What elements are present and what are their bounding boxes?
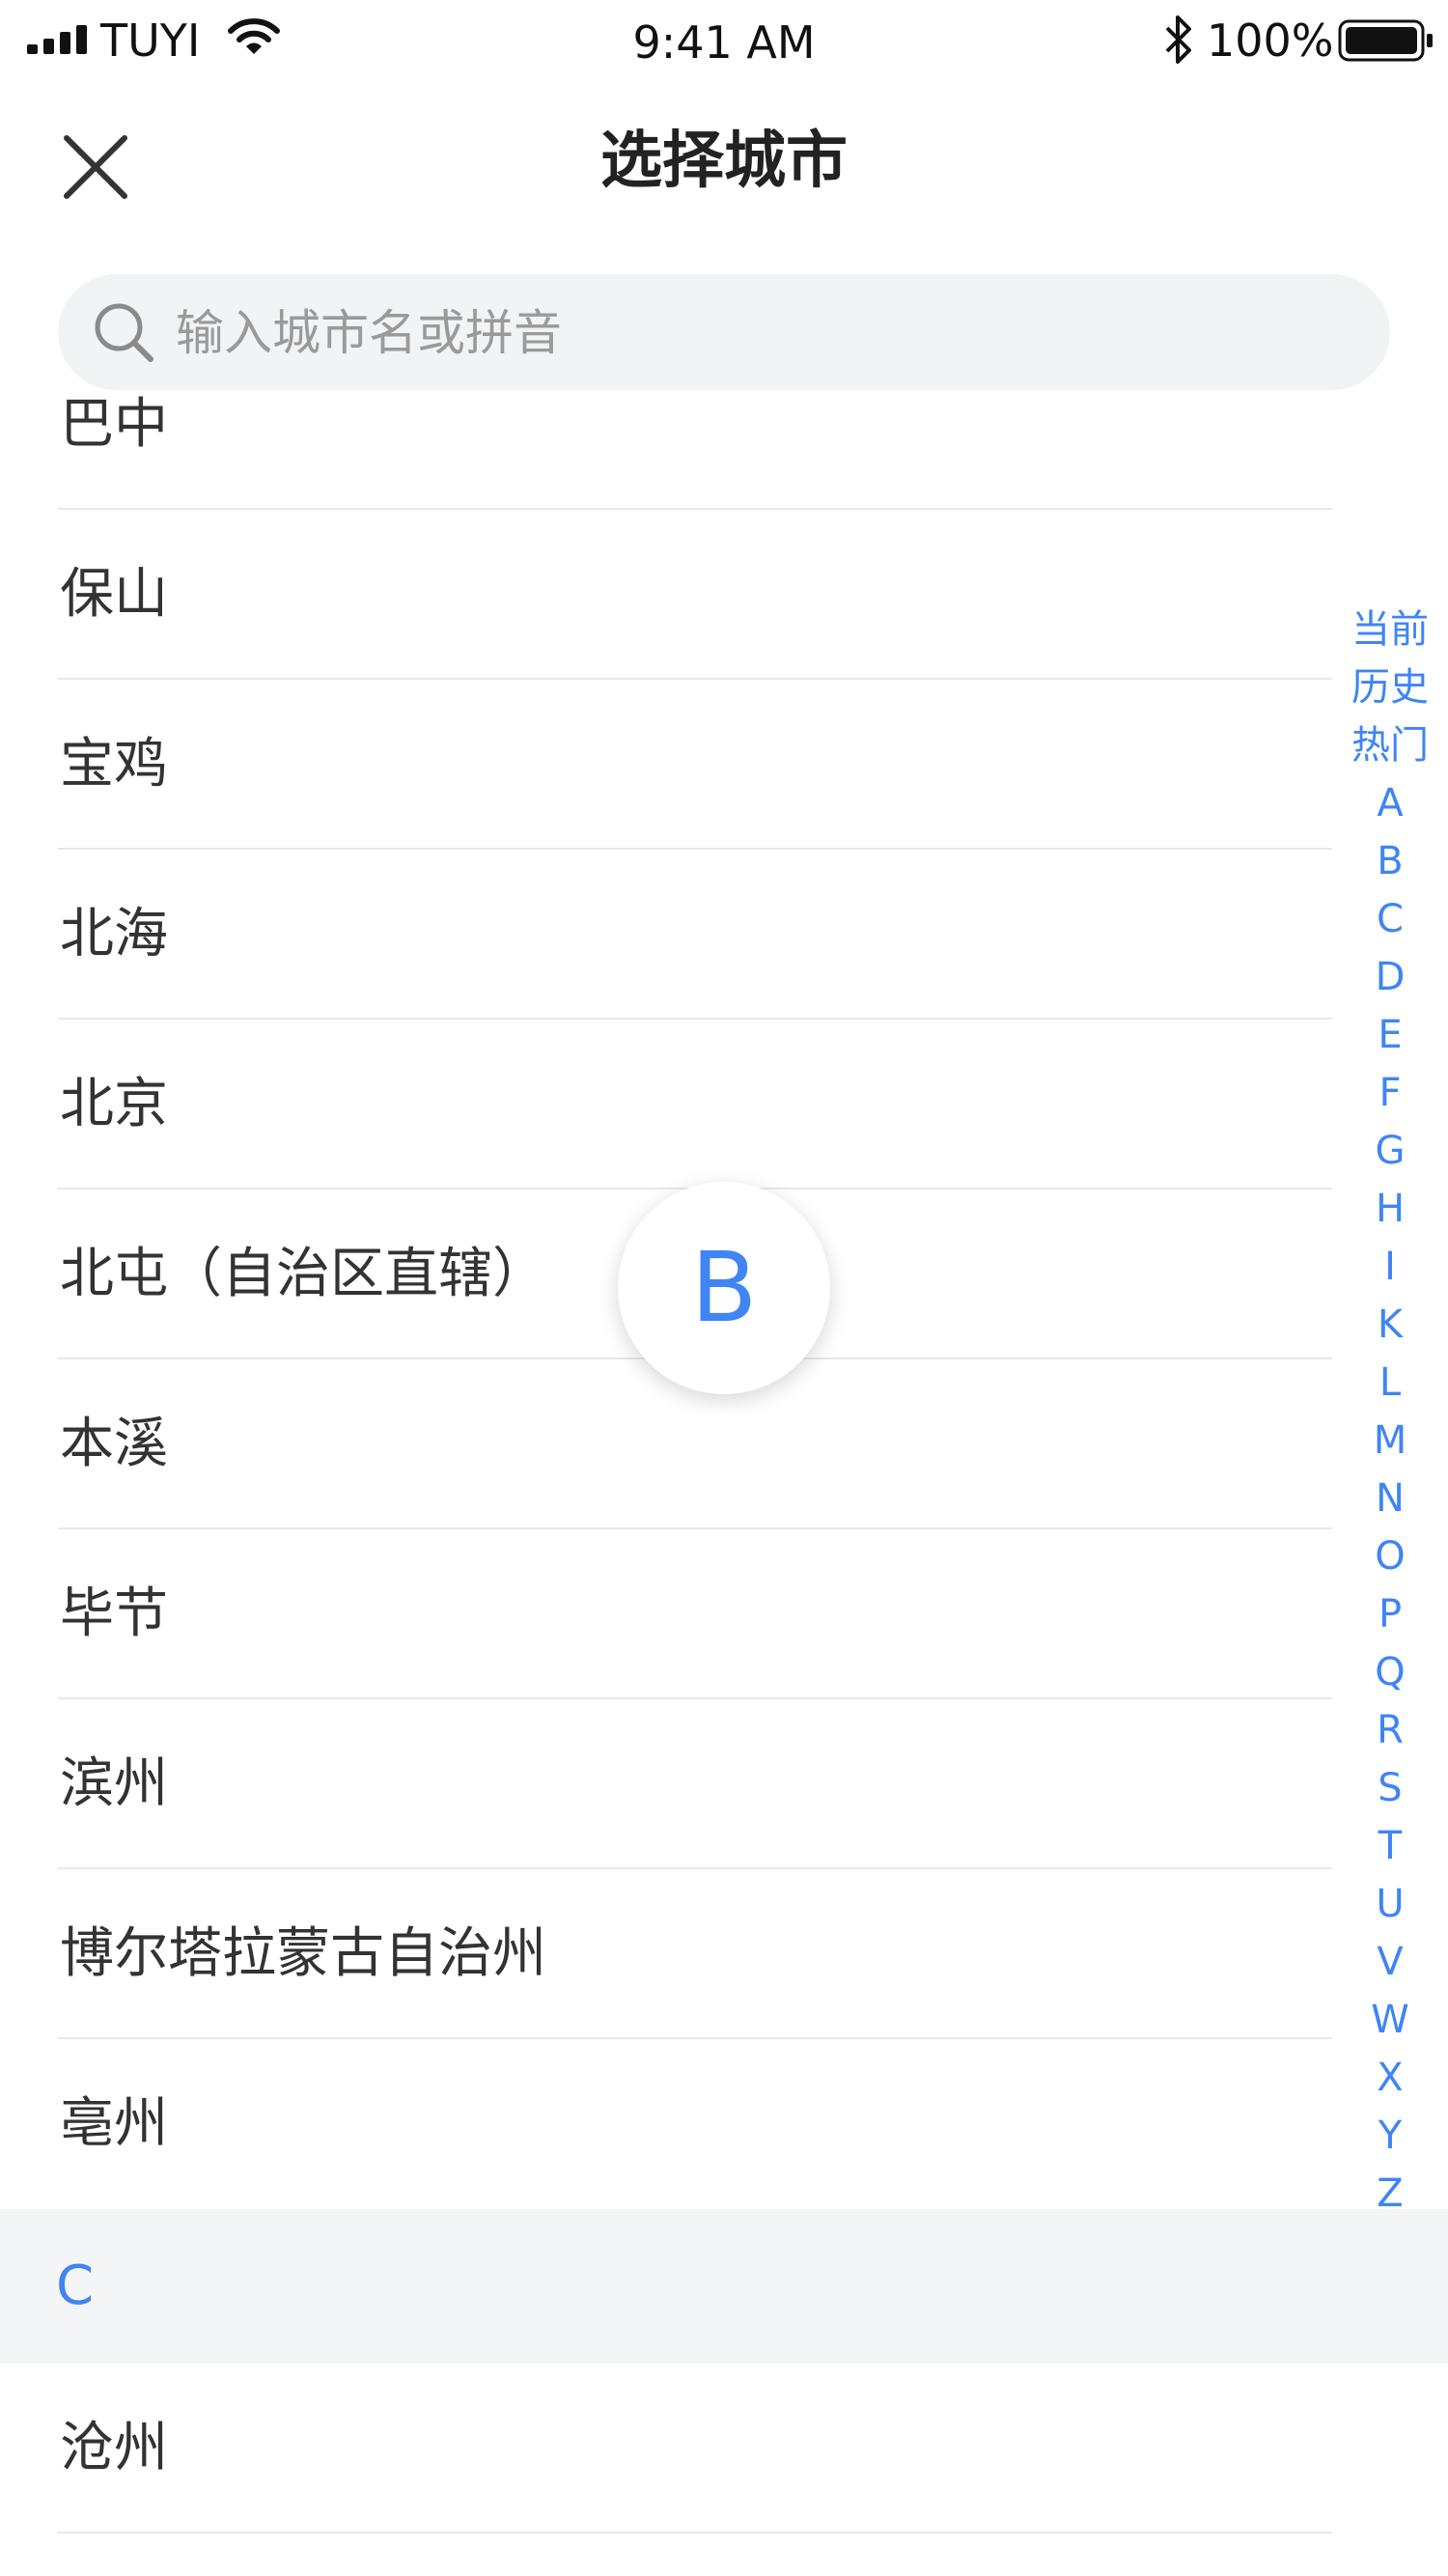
city-name: 博尔塔拉蒙古自治州: [60, 1922, 546, 1985]
city-row[interactable]: 保山: [0, 510, 1332, 680]
search-input[interactable]: [174, 294, 1336, 373]
index-letter-h[interactable]: H: [1332, 1180, 1448, 1238]
section-header-c: C: [0, 2209, 1448, 2364]
index-letter-a[interactable]: A: [1332, 774, 1448, 832]
index-letter-b[interactable]: B: [1332, 832, 1448, 890]
index-history[interactable]: 历史: [1332, 658, 1448, 716]
current-letter-indicator: B: [618, 1182, 830, 1394]
index-letter-p[interactable]: P: [1332, 1585, 1448, 1643]
city-row[interactable]: 本溪: [0, 1359, 1332, 1529]
index-letter-z[interactable]: Z: [1332, 2165, 1448, 2223]
city-row[interactable]: 宝鸡: [0, 680, 1332, 850]
nav-bar: 选择城市: [0, 97, 1448, 232]
city-row[interactable]: 滨州: [0, 1699, 1332, 1869]
search-icon: [95, 303, 153, 362]
city-name: 沧州: [60, 2417, 168, 2479]
city-name: 毕节: [60, 1582, 168, 1645]
index-letter-q[interactable]: Q: [1332, 1643, 1448, 1701]
alphabet-index[interactable]: 当前 历史 热门 A B C D E F G H I K L M N O P Q…: [1332, 601, 1448, 2223]
battery-icon: [1338, 19, 1433, 62]
city-name: 宝鸡: [60, 733, 168, 796]
index-letter-e[interactable]: E: [1332, 1006, 1448, 1064]
index-letter-o[interactable]: O: [1332, 1527, 1448, 1585]
section-letter: C: [56, 2254, 95, 2317]
bluetooth-icon: [1165, 15, 1191, 64]
city-name: 巴中: [60, 396, 168, 456]
index-letter-r[interactable]: R: [1332, 1701, 1448, 1759]
index-letter-x[interactable]: X: [1332, 2049, 1448, 2107]
index-letter-m[interactable]: M: [1332, 1412, 1448, 1470]
battery-percent: 100%: [1207, 14, 1334, 67]
city-name: 亳州: [60, 2092, 168, 2155]
status-bar: TUYI 9:41 AM 100%: [0, 0, 1448, 82]
index-letter-v[interactable]: V: [1332, 1933, 1448, 1991]
index-letter-g[interactable]: G: [1332, 1122, 1448, 1180]
index-letter-i[interactable]: I: [1332, 1238, 1448, 1296]
index-current[interactable]: 当前: [1332, 601, 1448, 658]
city-name: 滨州: [60, 1752, 168, 1815]
index-letter-w[interactable]: W: [1332, 1991, 1448, 2049]
city-row[interactable]: 博尔塔拉蒙古自治州: [0, 1869, 1332, 2039]
city-name: 本溪: [60, 1413, 168, 1475]
city-row[interactable]: 北海: [0, 850, 1332, 1020]
index-letter-c[interactable]: C: [1332, 890, 1448, 948]
page-title: 选择城市: [600, 126, 848, 197]
index-hot[interactable]: 热门: [1332, 716, 1448, 774]
city-row[interactable]: 毕节: [0, 1529, 1332, 1699]
search-bar[interactable]: [58, 274, 1390, 390]
city-name: 保山: [60, 563, 168, 626]
row-divider: [58, 2532, 1332, 2534]
city-row[interactable]: 北京: [0, 1020, 1332, 1190]
city-name: 北屯（自治区直辖）: [60, 1243, 546, 1305]
city-row[interactable]: 巴中: [0, 396, 1332, 510]
index-letter-d[interactable]: D: [1332, 948, 1448, 1006]
index-letter-f[interactable]: F: [1332, 1064, 1448, 1122]
index-letter-n[interactable]: N: [1332, 1470, 1448, 1527]
index-letter-s[interactable]: S: [1332, 1759, 1448, 1817]
index-letter-t[interactable]: T: [1332, 1817, 1448, 1875]
index-letter-y[interactable]: Y: [1332, 2107, 1448, 2165]
city-name: 北京: [60, 1073, 168, 1135]
index-letter-k[interactable]: K: [1332, 1296, 1448, 1354]
city-row[interactable]: 亳州: [0, 2039, 1332, 2209]
city-picker-screen: TUYI 9:41 AM 100% 选择城市 输入城市名或拼音 巴中 保山 宝鸡…: [0, 0, 1448, 2576]
city-list[interactable]: 巴中 保山 宝鸡 北海 北京 北屯（自治区直辖） 本溪 毕节 滨州 博尔塔拉蒙古…: [0, 396, 1448, 2576]
city-name: 北海: [60, 903, 168, 966]
index-letter-l[interactable]: L: [1332, 1354, 1448, 1412]
city-row[interactable]: 沧州: [0, 2364, 1332, 2534]
index-letter-u[interactable]: U: [1332, 1875, 1448, 1933]
